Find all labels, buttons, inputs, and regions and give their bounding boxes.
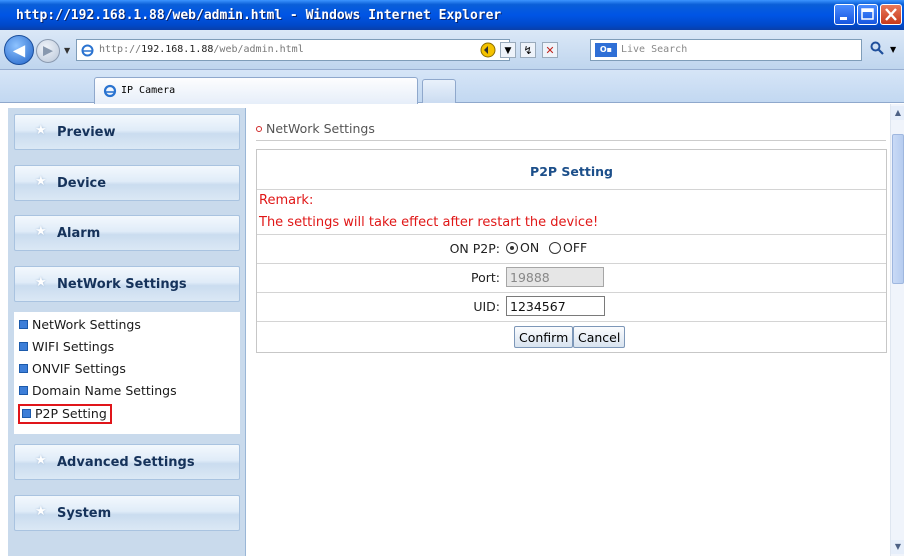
sidebar-section-label: Device — [57, 176, 107, 191]
submenu-item-label: P2P Setting — [35, 406, 107, 421]
submenu-item-network-settings[interactable]: NetWork Settings — [19, 317, 141, 334]
minimize-button[interactable] — [834, 4, 855, 25]
compatibility-icon[interactable] — [480, 42, 496, 58]
uid-label: UID: — [473, 299, 500, 314]
submenu-item-label: ONVIF Settings — [32, 361, 126, 376]
uid-field-wrap — [506, 296, 605, 316]
live-search-logo-icon: O▪ — [595, 43, 617, 57]
window-title-bar: http://192.168.1.88/web/admin.html - Win… — [0, 0, 904, 30]
p2p-settings-table: P2P Setting Remark: The settings will ta… — [256, 149, 887, 353]
sidebar: ★ Preview ★ Device ★ Alarm ★ NetWork Set… — [8, 108, 246, 556]
tab-ip-camera[interactable]: IP Camera — [94, 77, 418, 104]
on-p2p-radio-on[interactable] — [506, 242, 518, 254]
sidebar-section-network-settings[interactable]: ★ NetWork Settings — [14, 266, 240, 302]
scroll-up-icon[interactable]: ▲ — [891, 106, 904, 120]
star-icon: ★ — [35, 453, 47, 468]
square-bullet-icon — [19, 320, 28, 329]
sidebar-section-device[interactable]: ★ Device — [14, 165, 240, 201]
on-p2p-radio-off[interactable] — [549, 242, 562, 254]
sidebar-section-label: Preview — [57, 125, 116, 140]
maximize-button[interactable] — [857, 4, 878, 25]
square-bullet-icon — [19, 364, 28, 373]
submenu-item-domain-name-settings[interactable]: Domain Name Settings — [19, 383, 177, 400]
radio-off-label: OFF — [563, 240, 588, 255]
star-icon: ★ — [35, 504, 47, 519]
sidebar-section-preview[interactable]: ★ Preview — [14, 114, 240, 150]
confirm-button[interactable]: Confirm — [514, 326, 574, 348]
on-p2p-radio-group: ON OFF — [506, 240, 593, 255]
submenu-item-label: WIFI Settings — [32, 339, 115, 354]
back-button[interactable]: ◀ — [4, 35, 34, 65]
sidebar-section-label: NetWork Settings — [57, 277, 187, 292]
forward-arrow-icon: ▶ — [43, 43, 53, 59]
square-bullet-icon — [19, 386, 28, 395]
refresh-icon[interactable]: ↯ — [520, 42, 536, 58]
close-icon — [885, 8, 897, 21]
divider — [256, 140, 886, 141]
sidebar-section-label: Alarm — [57, 226, 101, 241]
star-icon: ★ — [35, 224, 47, 239]
search-dropdown-icon[interactable]: ▼ — [890, 45, 896, 54]
square-bullet-icon — [19, 342, 28, 351]
search-input[interactable]: O▪ Live Search — [590, 39, 862, 61]
panel-title: P2P Setting — [530, 164, 613, 179]
remark-text: The settings will take effect after rest… — [259, 215, 599, 230]
star-icon: ★ — [35, 123, 47, 138]
address-input[interactable]: http://192.168.1.88/web/admin.html — [76, 39, 510, 61]
vertical-scrollbar[interactable]: ▲ ▼ — [890, 104, 904, 556]
forward-button[interactable]: ▶ — [36, 39, 60, 63]
address-toolbar: ◀ ▶ ▼ http://192.168.1.88/web/admin.html… — [0, 30, 904, 70]
sidebar-section-alarm[interactable]: ★ Alarm — [14, 215, 240, 251]
address-url: http://192.168.1.88/web/admin.html — [99, 44, 304, 55]
submenu-item-onvif-settings[interactable]: ONVIF Settings — [19, 361, 126, 378]
page-content: ★ Preview ★ Device ★ Alarm ★ NetWork Set… — [0, 104, 904, 556]
stop-icon[interactable]: ✕ — [542, 42, 558, 58]
tab-ie-icon — [103, 84, 117, 98]
port-input[interactable] — [506, 267, 604, 287]
submenu-item-label: NetWork Settings — [32, 317, 141, 332]
uid-row: UID: — [257, 293, 886, 322]
port-field-wrap — [506, 267, 604, 287]
breadcrumb: NetWork Settings — [256, 121, 375, 136]
history-dropdown-icon[interactable]: ▼ — [64, 46, 70, 55]
port-label: Port: — [471, 270, 500, 285]
star-icon: ★ — [35, 174, 47, 189]
cancel-button[interactable]: Cancel — [573, 326, 626, 348]
remark-row: Remark: The settings will take effect af… — [257, 190, 886, 235]
scroll-down-icon[interactable]: ▼ — [891, 540, 904, 554]
bullet-icon — [256, 126, 262, 132]
search-icon[interactable] — [868, 41, 886, 59]
back-arrow-icon: ◀ — [12, 40, 26, 60]
radio-on-label: ON — [520, 240, 540, 255]
sidebar-section-advanced-settings[interactable]: ★ Advanced Settings — [14, 444, 240, 480]
panel-header-row: P2P Setting — [257, 150, 886, 190]
star-icon: ★ — [35, 275, 47, 290]
submenu-item-p2p-setting[interactable]: P2P Setting — [18, 404, 112, 424]
minimize-icon — [840, 17, 847, 20]
sidebar-section-system[interactable]: ★ System — [14, 495, 240, 531]
breadcrumb-label: NetWork Settings — [266, 121, 375, 136]
search-placeholder: Live Search — [621, 44, 688, 55]
network-submenu: NetWork Settings WIFI Settings ONVIF Set… — [14, 312, 240, 434]
port-row: Port: — [257, 264, 886, 293]
page-ie-icon — [81, 44, 94, 57]
uid-input[interactable] — [506, 296, 605, 316]
on-p2p-row: ON P2P: ON OFF — [257, 235, 886, 264]
address-dropdown-icon[interactable]: ▼ — [500, 42, 516, 58]
maximize-icon — [861, 8, 874, 20]
window-title: http://192.168.1.88/web/admin.html - Win… — [16, 8, 502, 23]
tab-label: IP Camera — [121, 85, 176, 96]
sidebar-section-label: System — [57, 506, 112, 521]
tab-bar: IP Camera — [0, 70, 904, 104]
remark-heading: Remark: — [259, 193, 314, 208]
submenu-item-wifi-settings[interactable]: WIFI Settings — [19, 339, 114, 356]
actions-row: Confirm Cancel — [257, 322, 886, 352]
on-p2p-label: ON P2P: — [449, 241, 500, 256]
submenu-item-label: Domain Name Settings — [32, 383, 177, 398]
square-bullet-icon — [22, 409, 31, 418]
new-tab-button[interactable] — [422, 79, 456, 103]
close-window-button[interactable] — [880, 4, 902, 25]
scrollbar-thumb[interactable] — [892, 134, 904, 284]
sidebar-section-label: Advanced Settings — [57, 455, 195, 470]
